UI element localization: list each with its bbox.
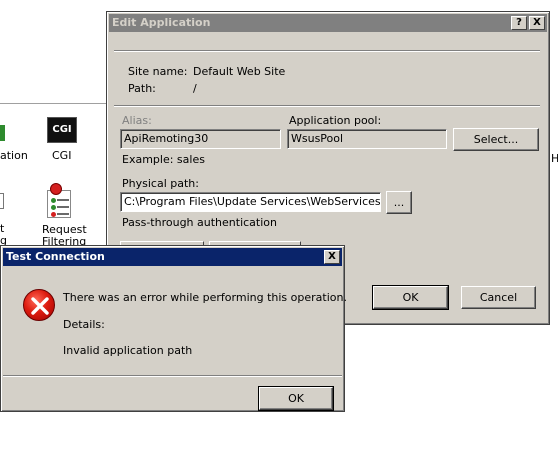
select-button[interactable]: Select... (453, 128, 539, 151)
site-name-label: Site name: (128, 65, 188, 78)
alias-input[interactable]: ApiRemoting30 (120, 129, 281, 149)
test-dialog-titlebar[interactable]: Test Connection X (3, 248, 342, 266)
close-button[interactable]: X (324, 250, 340, 264)
path-value: / (193, 82, 197, 95)
help-button[interactable]: ? (511, 16, 527, 30)
site-name-value: Default Web Site (193, 65, 286, 78)
details-text: Invalid application path (63, 344, 193, 357)
feature-icon-partial-2 (0, 193, 4, 209)
cancel-button[interactable]: Cancel (461, 286, 536, 309)
edit-dialog-title: Edit Application (112, 16, 211, 29)
edit-dialog-titlebar[interactable]: Edit Application ? X (109, 14, 547, 32)
error-message: There was an error while performing this… (63, 291, 347, 304)
details-label: Details: (63, 318, 105, 331)
app-pool-label: Application pool: (289, 114, 382, 127)
cgi-icon[interactable]: CGI (47, 117, 77, 143)
alias-example-text: Example: sales (122, 153, 205, 166)
divider (0, 103, 110, 104)
physical-path-label: Physical path: (122, 177, 199, 190)
alias-label: Alias: (122, 114, 152, 127)
separator (3, 375, 342, 377)
right-edge-text: H (551, 152, 558, 165)
separator (114, 105, 540, 107)
request-filtering-icon[interactable] (47, 183, 71, 218)
ok-button[interactable]: OK (372, 285, 449, 310)
feature-label-partial[interactable]: ation (0, 149, 28, 162)
close-button[interactable]: X (529, 16, 545, 30)
browse-button[interactable]: ... (386, 191, 412, 214)
stop-badge-icon (50, 183, 62, 195)
physical-path-input[interactable]: C:\Program Files\Update Services\WebServ… (120, 192, 381, 212)
error-icon (23, 289, 55, 321)
ok-button[interactable]: OK (258, 386, 334, 411)
test-connection-dialog: Test Connection X There was an error whi… (0, 245, 347, 412)
cgi-label[interactable]: CGI (52, 149, 71, 162)
feature-icon-partial (0, 125, 5, 141)
test-dialog-title: Test Connection (6, 250, 105, 263)
separator (114, 50, 540, 52)
app-pool-input[interactable]: WsusPool (287, 129, 447, 149)
path-label: Path: (128, 82, 156, 95)
pass-through-label: Pass-through authentication (122, 216, 277, 229)
